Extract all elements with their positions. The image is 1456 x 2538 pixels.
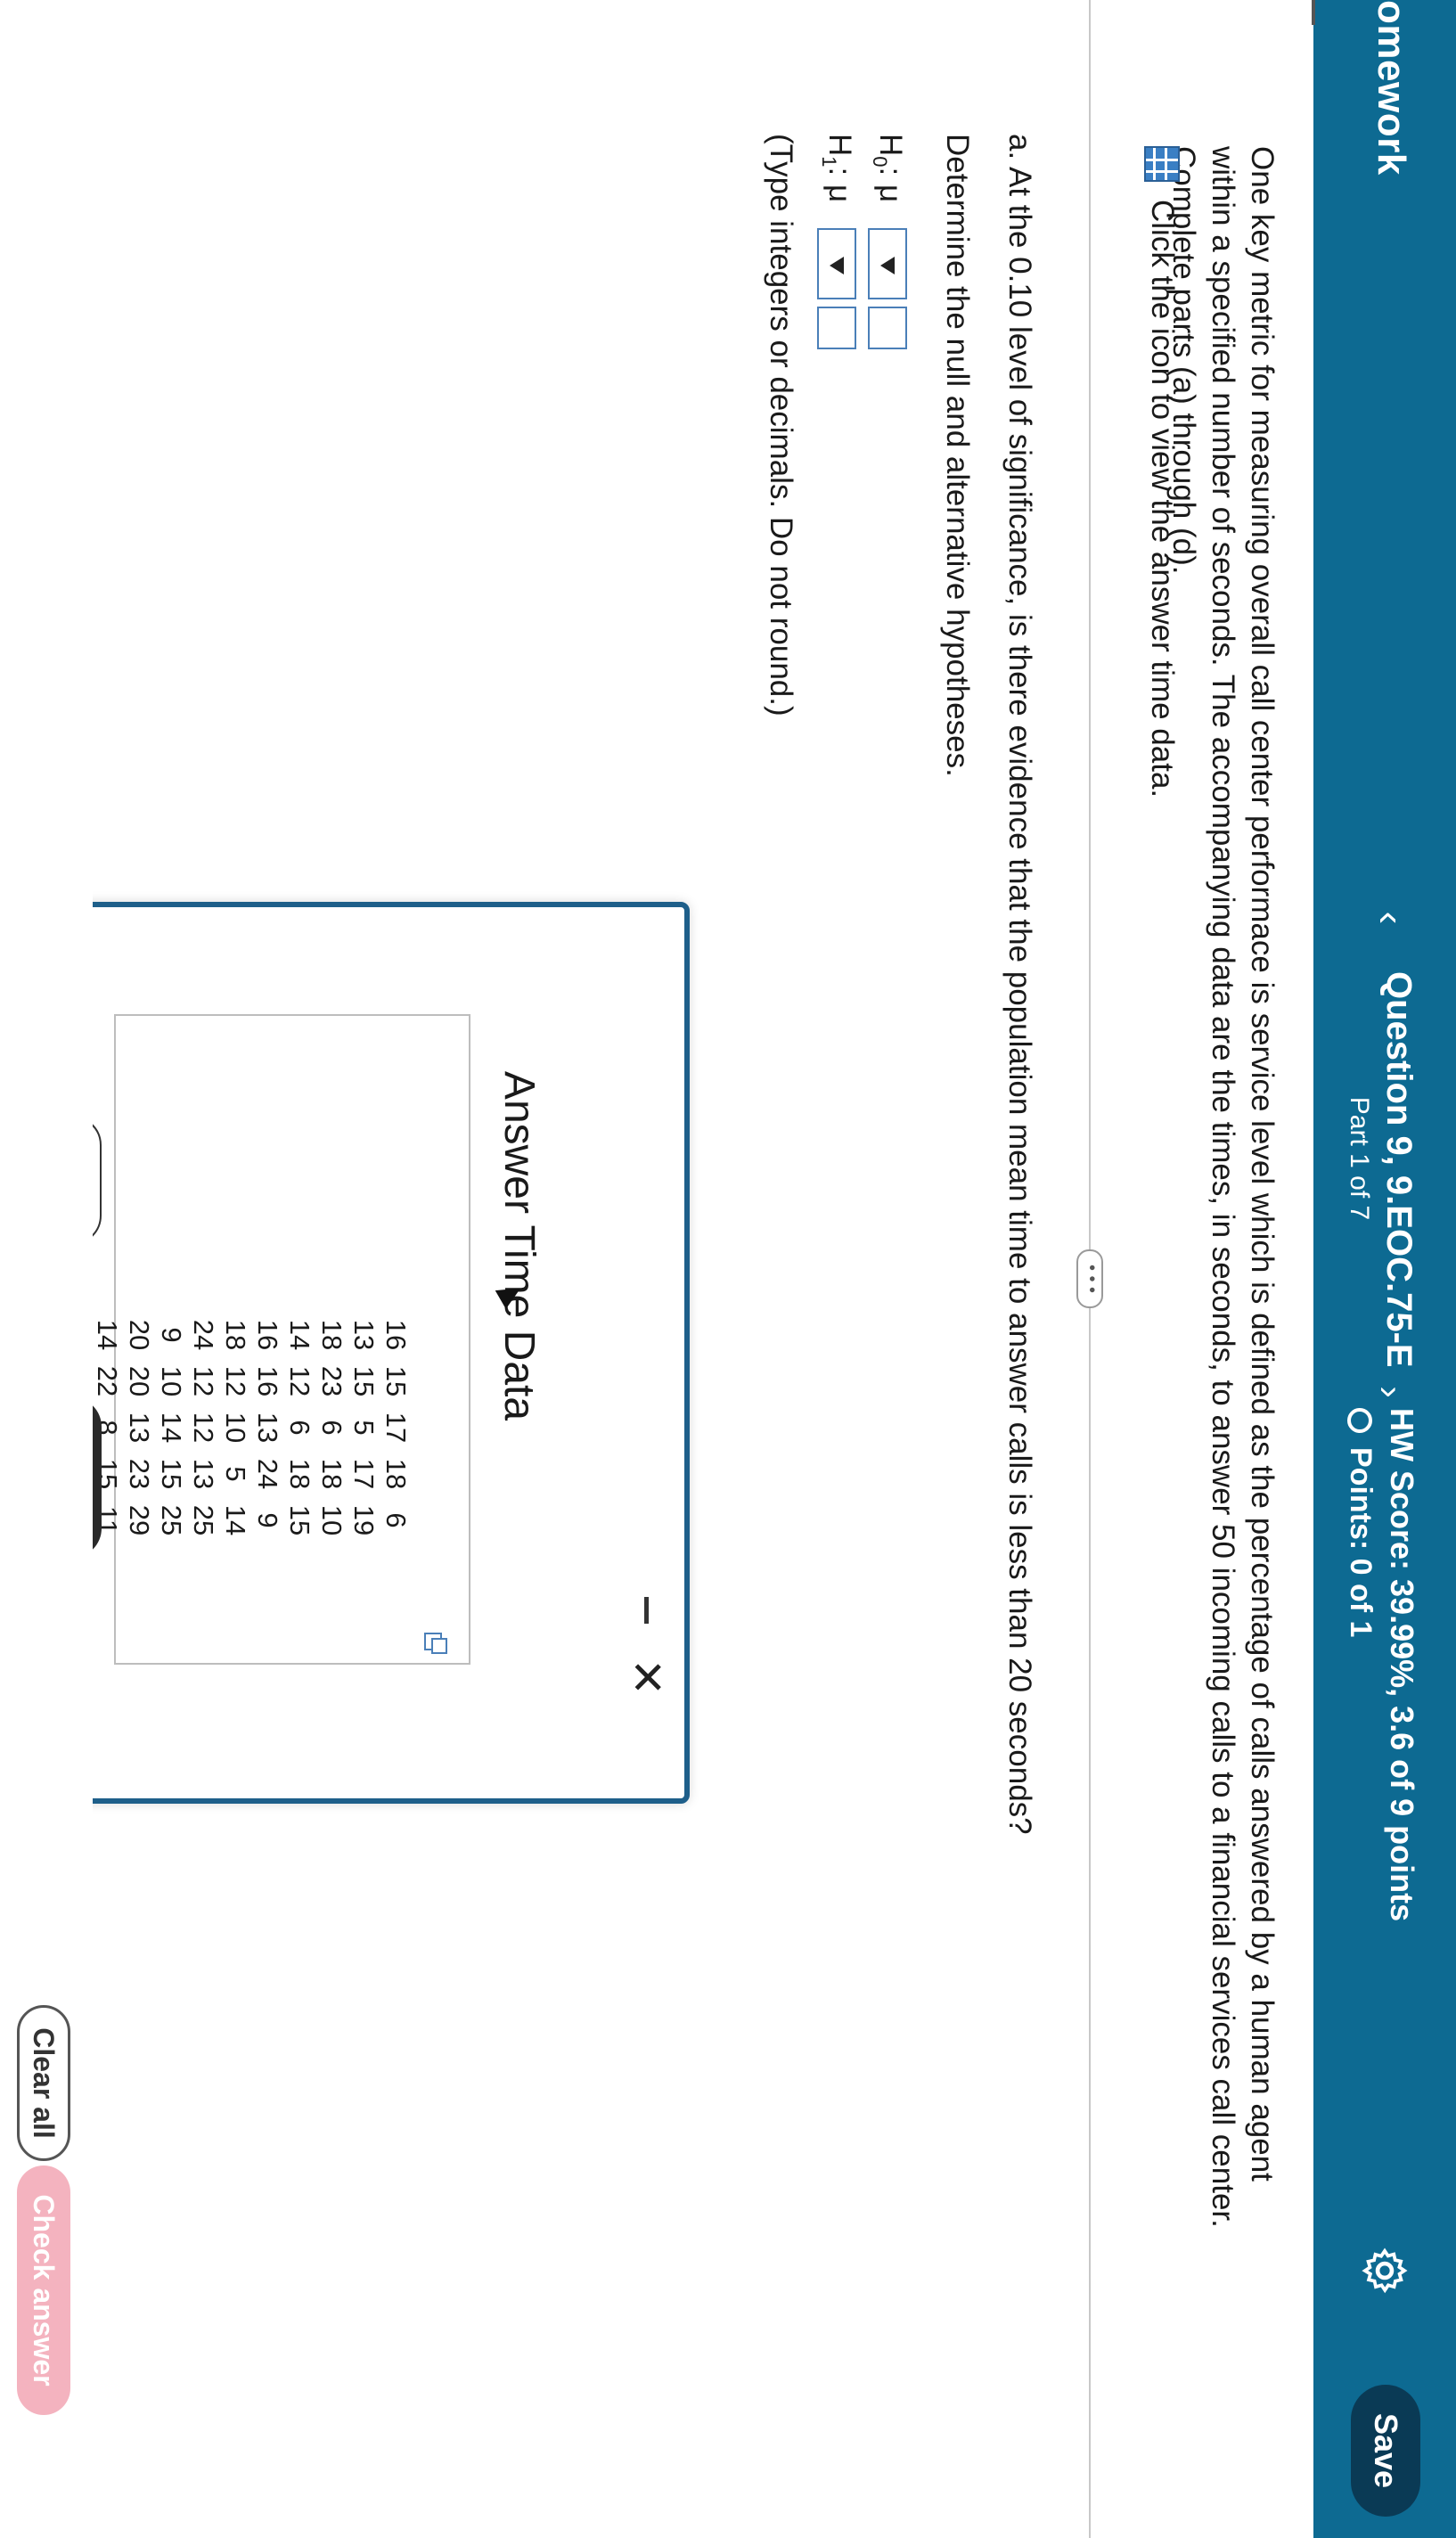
data-link-text: Click the icon to view the answer time d…: [1145, 200, 1180, 798]
dialog-title: Answer Time Data: [495, 1070, 543, 1421]
table-cell: 6: [284, 1420, 315, 1436]
table-cell: 20: [124, 1365, 155, 1397]
table-cell: 6: [380, 1512, 412, 1528]
table-cell: 10: [316, 1504, 348, 1536]
table-cell: 9: [252, 1512, 283, 1528]
null-hypothesis-value-input[interactable]: [868, 307, 908, 349]
answer-time-table: 16 15 17 18 6 13 15 5 17 19 18 23 6 18 10 14 12 6 18 15 16 16…: [91, 1312, 412, 1543]
table-cell: 5: [348, 1420, 380, 1436]
table-cell: 14: [284, 1319, 315, 1351]
table-cell: 10: [156, 1365, 187, 1397]
table-cell: 18: [284, 1458, 315, 1490]
table-cell: 29: [124, 1504, 155, 1536]
left-edge-mark: [1312, 0, 1315, 25]
alternative-hypothesis-row: H1: μ: [817, 134, 857, 349]
points-circle-icon: [1347, 1408, 1373, 1433]
question-part: Part 1 of 7: [1345, 1096, 1374, 1221]
table-cell: 18: [380, 1458, 412, 1490]
table-row: 24 12 12 13 25: [187, 1312, 219, 1543]
table-cell: 25: [156, 1504, 187, 1536]
table-cell: 15: [284, 1504, 315, 1536]
table-row: 9 10 14 15 25: [155, 1312, 187, 1543]
table-cell: 16: [252, 1365, 283, 1397]
table-row: 16 15 17 18 6: [380, 1312, 412, 1543]
table-cell: 24: [188, 1319, 219, 1351]
table-row: 18 23 6 18 10: [315, 1312, 348, 1543]
null-hypothesis-label: H0: μ: [869, 134, 908, 203]
table-cell: 13: [124, 1412, 155, 1444]
table-cell: 16: [380, 1319, 412, 1351]
problem-intro: One key metric for measuring overall cal…: [1166, 146, 1280, 2228]
table-cell: 23: [316, 1365, 348, 1397]
alternative-hypothesis-label: H1: μ: [818, 134, 857, 203]
table-row: 18 12 10 5 14: [219, 1312, 251, 1543]
save-button[interactable]: Save: [1351, 2385, 1420, 2517]
gear-icon[interactable]: [1360, 2246, 1410, 2296]
close-icon[interactable]: ✕: [622, 1656, 672, 1699]
table-row: 13 15 5 17 19: [348, 1312, 380, 1543]
homework-page: omework ‹ Question 9, 9.EOC.75-E Part 1 …: [0, 0, 1456, 2538]
table-row: 14 12 6 18 15: [283, 1312, 315, 1543]
type-note: (Type integers or decimals. Do not round…: [764, 134, 798, 716]
table-cell: 15: [156, 1458, 187, 1490]
table-row: 16 16 13 24 9: [251, 1312, 283, 1543]
null-hypothesis-row: H0: μ: [868, 134, 908, 349]
table-cell: 14: [220, 1504, 251, 1536]
table-cell: 9: [156, 1327, 187, 1343]
answer-time-data-link[interactable]: Click the icon to view the answer time d…: [1144, 146, 1180, 798]
table-cell: 15: [348, 1365, 380, 1397]
table-cell: 25: [188, 1504, 219, 1536]
table-cell: 12: [188, 1365, 219, 1397]
table-cell: 5: [220, 1466, 251, 1482]
table-cell: 12: [188, 1412, 219, 1444]
answer-time-data-dialog: ✕ Answer Time Data 16 15 17 18 6 13 15 5 17 19 18 2…: [12, 902, 690, 1804]
minimize-icon[interactable]: [631, 1593, 667, 1629]
table-row: 20 20 13 23 29: [123, 1312, 155, 1543]
table-cell: 22: [92, 1365, 123, 1397]
table-cell: 14: [92, 1319, 123, 1351]
hw-score: HW Score: 39.99%, 3.6 of 9 points: [1384, 1408, 1420, 1922]
data-table-icon[interactable]: [1144, 146, 1180, 182]
table-cell: 13: [188, 1458, 219, 1490]
table-cell: 10: [220, 1412, 251, 1444]
table-cell: 17: [380, 1412, 412, 1444]
question-title: Question 9, 9.EOC.75-E: [1379, 971, 1419, 1368]
table-cell: 17: [348, 1458, 380, 1490]
table-cell: 13: [252, 1412, 283, 1444]
table-cell: 16: [252, 1319, 283, 1351]
table-cell: 13: [348, 1319, 380, 1351]
previous-question-icon[interactable]: ‹: [1363, 891, 1417, 945]
table-cell: 23: [124, 1458, 155, 1490]
check-answer-button[interactable]: Check answer: [17, 2165, 70, 2415]
table-cell: 18: [316, 1458, 348, 1490]
table-cell: 20: [124, 1319, 155, 1351]
alternative-hypothesis-value-input[interactable]: [817, 307, 857, 349]
app-title: omework: [1370, 0, 1413, 176]
null-hypothesis-operator-dropdown[interactable]: [868, 228, 908, 299]
table-cell: 19: [348, 1504, 380, 1536]
table-cell: 15: [380, 1365, 412, 1397]
table-cell: 12: [284, 1365, 315, 1397]
hypotheses-instruction: Determine the null and alternative hypot…: [940, 134, 975, 777]
points-status: Points: 0 of 1: [1343, 1408, 1378, 1637]
table-cell: 14: [156, 1412, 187, 1444]
table-cell: 24: [252, 1458, 283, 1490]
top-header: omework ‹ Question 9, 9.EOC.75-E Part 1 …: [1313, 0, 1456, 2538]
data-table-container: 16 15 17 18 6 13 15 5 17 19 18 23 6 18 10 14 12 6 18 15 16 16…: [92, 1014, 470, 1665]
table-cell: 12: [220, 1365, 251, 1397]
table-cell: 6: [316, 1420, 348, 1436]
expand-more-button[interactable]: • • •: [1076, 1249, 1103, 1308]
clear-all-button[interactable]: Clear all: [17, 2005, 70, 2161]
points-text: Points: 0 of 1: [1344, 1447, 1378, 1638]
copy-icon[interactable]: [424, 1633, 442, 1650]
table-cell: 18: [220, 1319, 251, 1351]
table-cell: 18: [316, 1319, 348, 1351]
question-part-a: a. At the 0.10 level of significance, is…: [1002, 134, 1037, 1835]
alternative-hypothesis-operator-dropdown[interactable]: [817, 228, 857, 299]
